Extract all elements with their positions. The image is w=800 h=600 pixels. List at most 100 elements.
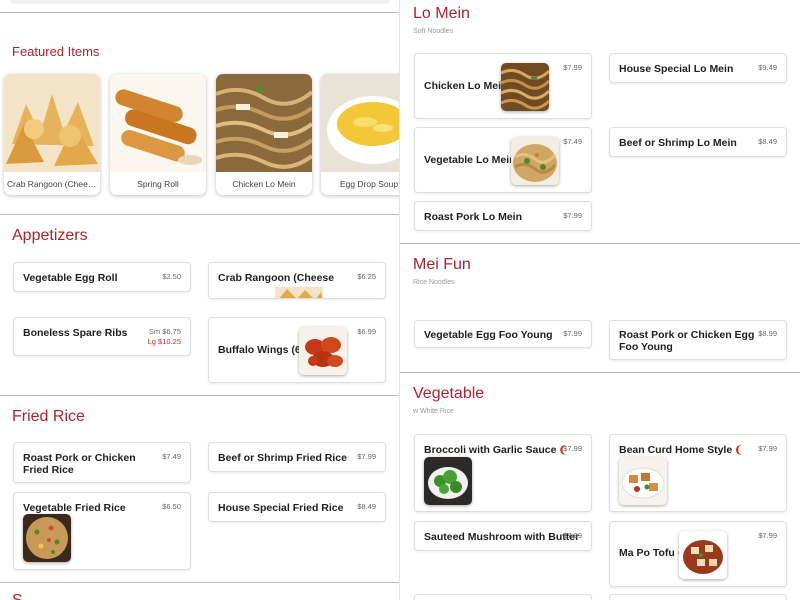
- featured-card[interactable]: Egg Drop Soup: [321, 74, 400, 195]
- menu-item-roast-pork-fried-rice[interactable]: Roast Pork or Chicken Fried Rice $7.49: [13, 442, 191, 483]
- chicken-lo-mein-photo-icon: [501, 63, 549, 111]
- menu-item-vegetable-lo-mein[interactable]: Vegetable Lo Mein $7.49: [414, 127, 592, 193]
- item-name: Crab Rangoon (Cheese: [218, 272, 335, 284]
- lo-mein-subtitle: Soft Noodles: [413, 28, 454, 35]
- menu-item-crab-rangoon[interactable]: Crab Rangoon (Cheese $6.25: [208, 262, 386, 299]
- bean-curd-photo-icon: [619, 457, 667, 505]
- featured-card[interactable]: Crab Rangoon (Cheese...: [4, 74, 100, 195]
- menu-item-bean-curd-home-style[interactable]: Bean Curd Home Style ❨ $7.99: [609, 434, 787, 512]
- featured-label: Egg Drop Soup: [339, 179, 399, 189]
- item-name: Bean Curd Home Style ❨: [619, 444, 743, 457]
- item-name: Vegetable Lo Mein: [424, 154, 516, 166]
- vegetable-subtitle: w White Rice: [413, 408, 454, 415]
- featured-label: Chicken Lo Mein: [232, 179, 296, 189]
- menu-item-buffalo-wings[interactable]: Buffalo Wings (6) $6.99: [208, 317, 386, 383]
- item-price: $8.99: [758, 329, 777, 338]
- mei-fun-title: Mei Fun: [413, 256, 471, 273]
- featured-card[interactable]: Chicken Lo Mein: [216, 74, 312, 195]
- divider: [0, 395, 400, 396]
- item-price: $7.99: [758, 531, 777, 540]
- menu-item-vegetable-fried-rice[interactable]: Vegetable Fried Rice $6.50: [13, 492, 191, 570]
- item-name: Beef or Shrimp Lo Mein: [619, 137, 737, 149]
- menu-item-vegetable-egg-foo-young[interactable]: Vegetable Egg Foo Young $7.99: [414, 320, 592, 348]
- menu-item-house-special-lo-mein[interactable]: House Special Lo Mein $9.49: [609, 53, 787, 83]
- crab-rangoon-photo-icon: [4, 74, 100, 172]
- menu-item-house-special-fried-rice[interactable]: House Special Fried Rice $8.49: [208, 492, 386, 522]
- item-price: $7.99: [758, 444, 777, 453]
- item-name: House Special Fried Rice: [218, 502, 344, 514]
- item-name: Roast Pork Lo Mein: [424, 211, 523, 223]
- menu-item-partial[interactable]: [414, 594, 592, 600]
- item-price: $2.50: [162, 272, 181, 281]
- menu-item-ma-po-tofu[interactable]: Ma Po Tofu❨ $7.99: [609, 521, 787, 587]
- menu-item-beef-shrimp-lo-mein[interactable]: Beef or Shrimp Lo Mein $8.49: [609, 127, 787, 157]
- divider: [0, 214, 400, 215]
- broccoli-photo-icon: [424, 457, 472, 505]
- menu-item-beef-shrimp-fried-rice[interactable]: Beef or Shrimp Fried Rice $7.99: [208, 442, 386, 472]
- menu-item-chicken-lo-mein[interactable]: Chicken Lo Mein $7.99: [414, 53, 592, 119]
- item-name: Ma Po Tofu❨: [619, 547, 685, 560]
- item-name-text: Ma Po Tofu: [619, 547, 675, 559]
- price-large: Lg $10.25: [147, 337, 181, 346]
- lo-mein-title: Lo Mein: [413, 5, 470, 22]
- divider: [400, 372, 800, 373]
- menu-item-sauteed-mushroom[interactable]: Sauteed Mushroom with Butter $7.99: [414, 521, 592, 551]
- appetizers-title: Appetizers: [12, 227, 88, 244]
- item-name-text: Broccoli with Garlic Sauce: [424, 444, 557, 456]
- item-name: Roast Pork or Chicken Fried Rice: [23, 452, 136, 476]
- item-price: $7.99: [563, 329, 582, 338]
- featured-label: Crab Rangoon (Cheese...: [7, 179, 100, 189]
- item-price: $6.25: [357, 272, 376, 281]
- menu-item-roast-pork-lo-mein[interactable]: Roast Pork Lo Mein $7.99: [414, 201, 592, 231]
- item-name: Vegetable Egg Roll: [23, 272, 118, 284]
- next-section-title-partial: S: [12, 592, 23, 600]
- column-separator: [399, 0, 400, 600]
- divider: [0, 12, 400, 13]
- menu-item-vegetable-egg-roll[interactable]: Vegetable Egg Roll $2.50: [13, 262, 191, 292]
- item-price: $7.99: [563, 63, 582, 72]
- item-name: Roast Pork or Chicken Egg Foo Young: [619, 329, 755, 353]
- item-price: $7.49: [162, 452, 181, 461]
- egg-drop-soup-photo-icon: [321, 74, 400, 172]
- item-name: Vegetable Fried Rice: [23, 502, 126, 514]
- item-price: $8.49: [758, 137, 777, 146]
- divider: [0, 582, 400, 583]
- spring-roll-photo-icon: [110, 74, 206, 172]
- item-price: $6.99: [357, 327, 376, 336]
- lo-mein-photo-icon: [216, 74, 312, 172]
- item-name: Vegetable Egg Foo Young: [424, 329, 553, 341]
- featured-label: Spring Roll: [137, 179, 179, 189]
- item-name: Buffalo Wings (6): [218, 344, 305, 356]
- left-menu-column: Featured Items Crab Rangoon (Cheese... S…: [0, 0, 400, 600]
- item-name: Boneless Spare Ribs: [23, 327, 128, 339]
- featured-card[interactable]: Spring Roll: [110, 74, 206, 195]
- item-price: $7.99: [563, 531, 582, 540]
- price-small: Sm $6.75: [148, 327, 181, 336]
- item-name-text: Bean Curd Home Style: [619, 444, 733, 456]
- buffalo-wings-photo-icon: [299, 327, 347, 375]
- crab-rangoon-thumb-icon: [275, 287, 323, 298]
- item-price: $7.99: [563, 444, 582, 453]
- item-price: $7.49: [563, 137, 582, 146]
- ma-po-tofu-photo-icon: [679, 531, 727, 579]
- featured-title: Featured Items: [12, 44, 100, 59]
- item-price: $6.50: [162, 502, 181, 511]
- vegetable-lo-mein-photo-icon: [511, 137, 559, 185]
- menu-item-roast-pork-egg-foo-young[interactable]: Roast Pork or Chicken Egg Foo Young $8.9…: [609, 320, 787, 360]
- menu-item-partial[interactable]: [609, 594, 787, 600]
- item-price: Sm $6.75 Lg $10.25: [148, 327, 181, 347]
- item-name: Broccoli with Garlic Sauce ❨: [424, 444, 567, 457]
- fried-rice-photo-icon: [23, 514, 71, 562]
- menu-item-broccoli-garlic-sauce[interactable]: Broccoli with Garlic Sauce ❨ $7.99: [414, 434, 592, 512]
- item-price: $7.99: [357, 452, 376, 461]
- item-price: $8.49: [357, 502, 376, 511]
- item-price: $7.99: [563, 211, 582, 220]
- vegetable-title: Vegetable: [413, 385, 485, 402]
- item-name: Chicken Lo Mein: [424, 80, 508, 92]
- right-menu-column: Lo Mein Soft Noodles Chicken Lo Mein $7.…: [400, 0, 800, 600]
- item-name: House Special Lo Mein: [619, 63, 734, 75]
- menu-item-boneless-spare-ribs[interactable]: Boneless Spare Ribs Sm $6.75 Lg $10.25: [13, 317, 191, 356]
- search-bar-partial[interactable]: [10, 0, 390, 4]
- item-name: Sauteed Mushroom with Butter: [424, 531, 580, 543]
- item-price: $9.49: [758, 63, 777, 72]
